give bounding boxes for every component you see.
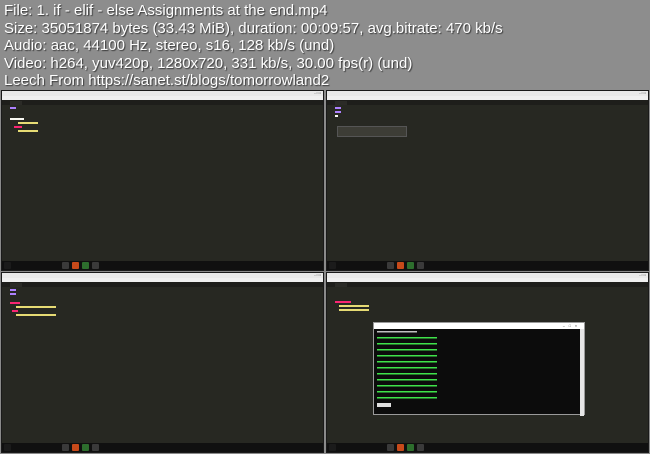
taskbar-app-icon[interactable] [417, 262, 424, 269]
taskbar [327, 443, 648, 452]
taskbar-app-icon[interactable] [62, 444, 69, 451]
code-editor[interactable] [327, 105, 648, 263]
line-gutter [327, 287, 335, 445]
code-editor[interactable] [2, 105, 323, 263]
audio-line: Audio: aac, 44100 Hz, stereo, s16, 128 k… [4, 37, 335, 54]
thumbnail-4: – □ × –□× [326, 272, 649, 453]
taskbar-app-icon[interactable] [92, 444, 99, 451]
command-prompt-window[interactable]: –□× [373, 322, 585, 416]
code-editor[interactable] [2, 287, 323, 445]
taskbar [327, 261, 648, 270]
code-editor[interactable]: –□× [327, 287, 648, 445]
start-icon[interactable] [4, 444, 11, 451]
window-controls[interactable]: –□× [563, 323, 581, 329]
thumbnail-3: – □ × [1, 272, 324, 453]
taskbar [2, 443, 323, 452]
file-line: File: 1. if - elif - else Assignments at… [4, 2, 328, 19]
code-lines [10, 107, 38, 132]
taskbar-app-icon[interactable] [397, 444, 404, 451]
taskbar-app-icon[interactable] [387, 262, 394, 269]
taskbar-app-icon[interactable] [72, 444, 79, 451]
taskbar-app-icon[interactable] [92, 262, 99, 269]
taskbar-app-icon[interactable] [417, 444, 424, 451]
taskbar-app-icon[interactable] [397, 262, 404, 269]
autocomplete-popup[interactable] [337, 126, 407, 137]
command-prompt-output [377, 331, 437, 407]
taskbar-app-icon[interactable] [387, 444, 394, 451]
taskbar-app-icon[interactable] [82, 444, 89, 451]
leech-line: Leech From https://sanet.st/blogs/tomorr… [4, 72, 330, 89]
taskbar-app-icon[interactable] [407, 262, 414, 269]
code-lines [335, 107, 341, 117]
thumbnail-1: – □ × [1, 90, 324, 271]
line-gutter [2, 105, 10, 263]
taskbar-app-icon[interactable] [82, 262, 89, 269]
taskbar-app-icon[interactable] [407, 444, 414, 451]
command-prompt-titlebar: –□× [374, 323, 584, 329]
start-icon[interactable] [329, 444, 336, 451]
size-line: Size: 35051874 bytes (33.43 MiB), durati… [4, 19, 503, 37]
thumbnail-2: – □ × [326, 90, 649, 271]
line-gutter [327, 105, 335, 263]
code-lines [10, 289, 56, 316]
line-gutter [2, 287, 10, 445]
taskbar [2, 261, 323, 270]
taskbar-app-icon[interactable] [72, 262, 79, 269]
code-lines [335, 301, 369, 311]
start-icon[interactable] [4, 262, 11, 269]
start-icon[interactable] [329, 262, 336, 269]
video-info-header: File: 1. if - elif - else Assignments at… [0, 0, 650, 90]
command-prompt-scrollbar[interactable] [580, 329, 584, 416]
taskbar-app-icon[interactable] [62, 262, 69, 269]
video-line: Video: h264, yuv420p, 1280x720, 331 kb/s… [4, 54, 413, 72]
